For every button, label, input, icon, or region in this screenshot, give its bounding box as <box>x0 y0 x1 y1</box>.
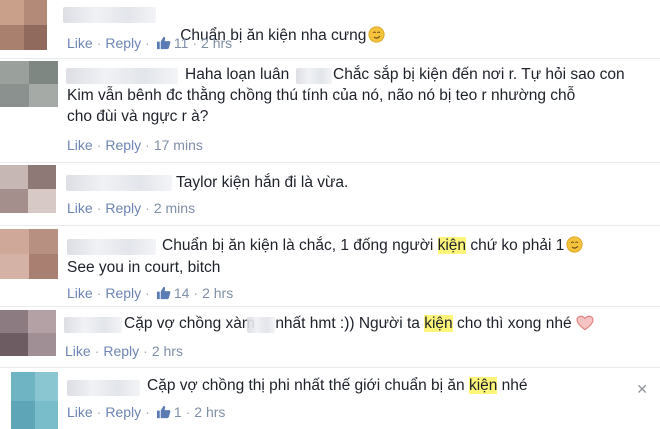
comment-text: Haha loạn luân <box>185 66 290 83</box>
author-name[interactable] <box>64 317 122 333</box>
like-button[interactable]: Like <box>65 343 91 359</box>
comment-actions: Like · Reply · 2 hrs <box>65 343 183 359</box>
smirk-emoji-icon <box>368 26 385 43</box>
like-count[interactable]: 14 <box>174 285 190 301</box>
avatar[interactable] <box>0 165 56 213</box>
close-icon[interactable]: ✕ <box>636 381 648 398</box>
divider <box>0 225 660 226</box>
timestamp[interactable]: 2 hrs <box>201 35 232 51</box>
timestamp[interactable]: 2 mins <box>154 200 195 216</box>
thumbs-up-icon[interactable] <box>156 286 171 300</box>
thumbs-up-icon[interactable] <box>156 36 171 50</box>
comment-actions: Like · Reply · 17 mins <box>67 137 203 153</box>
keyword-highlight: kiện <box>424 315 453 332</box>
thumbs-up-icon[interactable] <box>156 405 171 419</box>
like-button[interactable]: Like <box>67 35 93 51</box>
timestamp[interactable]: 2 hrs <box>202 285 233 301</box>
comment-text: Chắc sắp bị kiện đến nơi r. Tự hỏi sao c… <box>333 66 625 83</box>
divider <box>0 58 660 59</box>
avatar[interactable] <box>0 0 47 50</box>
reply-button[interactable]: Reply <box>103 343 139 359</box>
timestamp[interactable]: 2 hrs <box>152 343 183 359</box>
comment-actions: Like · Reply · 14 · 2 hrs <box>67 285 234 301</box>
divider <box>0 162 660 163</box>
comment-text: Kim vẫn bênh đc thằng chồng thú tính của… <box>67 87 576 104</box>
avatar[interactable] <box>0 61 58 107</box>
comment-actions: Like · Reply · 1 · 2 hrs <box>67 404 226 420</box>
reply-button[interactable]: Reply <box>105 137 141 153</box>
like-button[interactable]: Like <box>67 285 93 301</box>
like-count[interactable]: 1 <box>174 404 182 420</box>
comment-text: Cặp vợ chồng xàm <box>124 315 255 332</box>
comment-text: cho đùi và ngực r à? <box>67 108 209 125</box>
comment-actions: Like · Reply · 2 mins <box>67 200 196 216</box>
avatar[interactable] <box>0 310 56 356</box>
like-button[interactable]: Like <box>67 404 93 420</box>
like-button[interactable]: Like <box>67 200 93 216</box>
like-button[interactable]: Like <box>67 137 93 153</box>
heart-icon <box>576 315 594 331</box>
timestamp[interactable]: 2 hrs <box>194 404 225 420</box>
author-name[interactable] <box>67 239 156 255</box>
comment-actions: Like · Reply · 11 · 2 hrs <box>67 35 233 51</box>
divider <box>0 306 660 307</box>
avatar[interactable] <box>11 372 58 429</box>
author-name[interactable] <box>66 68 178 84</box>
divider <box>0 367 660 368</box>
comment-text: Cặp vợ chồng thị phi nhất thế giới chuẩn… <box>147 377 528 394</box>
author-name[interactable] <box>63 7 156 23</box>
reply-button[interactable]: Reply <box>105 285 141 301</box>
author-name[interactable] <box>67 380 140 396</box>
reply-button[interactable]: Reply <box>105 404 141 420</box>
timestamp[interactable]: 17 mins <box>154 137 203 153</box>
mention-blur <box>296 68 332 84</box>
author-name[interactable] <box>66 175 172 191</box>
reply-button[interactable]: Reply <box>105 35 141 51</box>
comment-text: Chuẩn bị ăn kiện là chắc, 1 đống người k… <box>162 235 583 256</box>
keyword-highlight: kiện <box>468 377 498 394</box>
avatar[interactable] <box>0 229 58 279</box>
comment-text: See you in court, bitch <box>67 259 221 276</box>
comment-text: nhất hmt :)) Người ta kiện cho thì xong … <box>271 313 594 334</box>
comment-text: Taylor kiện hắn đi là vừa. <box>176 174 349 191</box>
like-count[interactable]: 11 <box>174 35 189 51</box>
reply-button[interactable]: Reply <box>105 200 141 216</box>
smirk-emoji-icon <box>566 236 583 253</box>
keyword-highlight: kiện <box>437 237 467 254</box>
